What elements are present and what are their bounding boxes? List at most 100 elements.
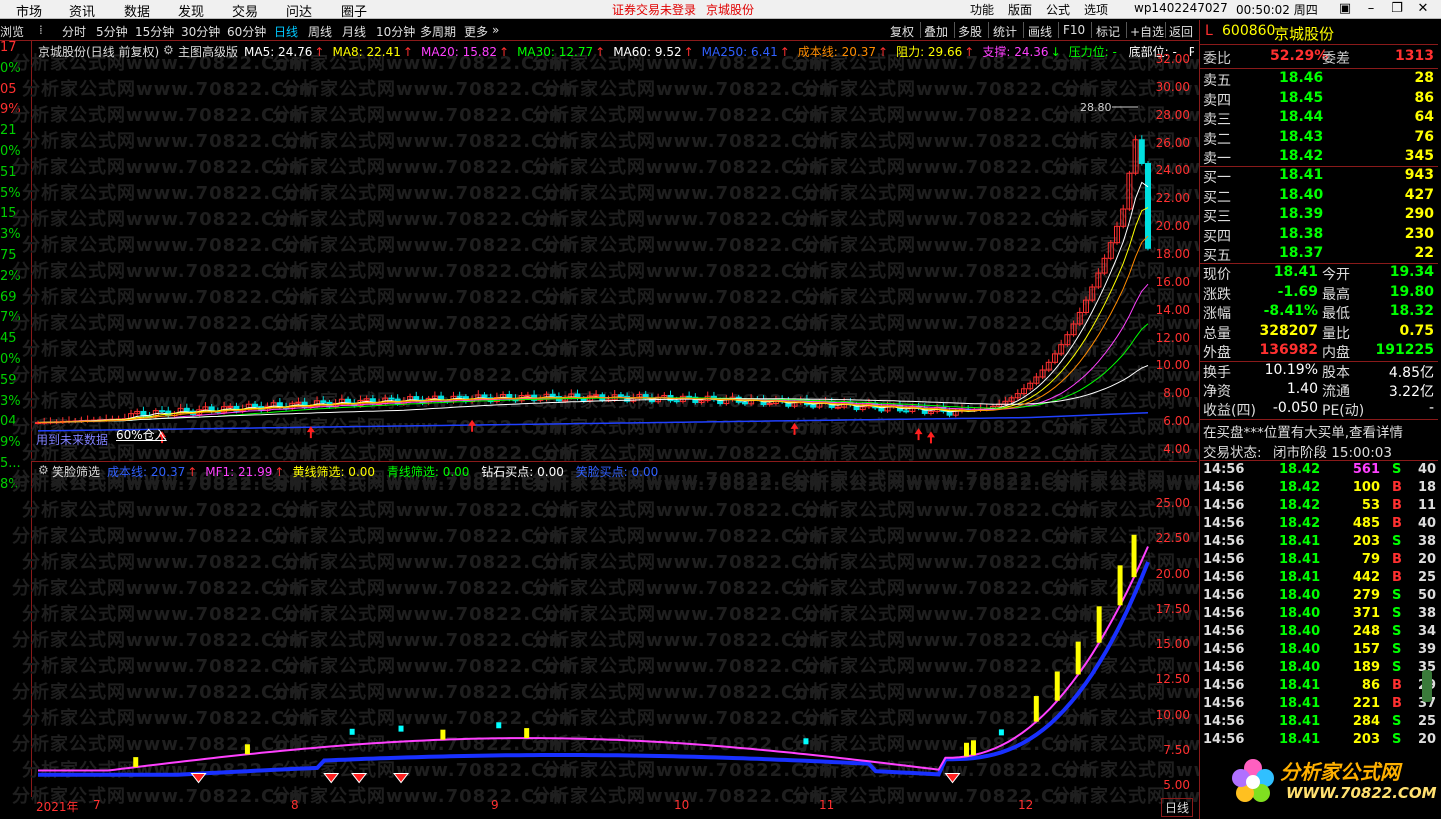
menu-news[interactable]: 资讯 [69, 1, 95, 20]
stat-label: 现价 [1203, 267, 1231, 283]
tick-price: 18.42 [1279, 498, 1321, 513]
order-book-row[interactable]: 卖一 18.42 345 [1200, 148, 1438, 167]
period-more[interactable]: 更多 [464, 23, 488, 40]
tick-time: 14:56 [1203, 588, 1245, 603]
watchlist-value: 69 [0, 289, 17, 305]
period-multi[interactable]: 多周期 [420, 23, 456, 40]
menu-market[interactable]: 市场 [16, 1, 42, 20]
tick-volume: 279 [1352, 588, 1380, 603]
restore-icon[interactable]: ❐ [1384, 0, 1410, 18]
order-book-row[interactable]: 买一 18.41 943 [1200, 167, 1438, 186]
btn-restore-rights[interactable]: 复权 [890, 23, 914, 40]
tick-side: B [1392, 498, 1402, 513]
main-kline-chart[interactable]: 分析家公式网www.70822.Com 分析家公式网www.70822.Com 分析… [12, 41, 1357, 490]
logo-url: WWW.70822.COM [1286, 784, 1437, 802]
indicator-canvas[interactable] [32, 462, 1197, 797]
period-1min[interactable]: 分时 [62, 23, 86, 40]
big-order-text[interactable]: 在买盘***位置有大买单,查看详情 [1203, 421, 1403, 441]
stat-value: 136982 [1259, 342, 1318, 358]
y-tick-label: 24.00 [1155, 163, 1190, 178]
tick-volume: 221 [1352, 696, 1380, 711]
tick-count: 40 [1418, 516, 1437, 531]
order-book-row[interactable]: 买四 18.38 230 [1200, 226, 1438, 245]
y-tick-label: 10.00 [1155, 358, 1190, 373]
btn-multi-stock[interactable]: 多股 [958, 23, 982, 40]
menu-function[interactable]: 功能 [970, 1, 994, 18]
candle-body [252, 403, 259, 408]
stat-value: -0.050 [1272, 400, 1318, 416]
menu-bar: 市场 资讯 数据 发现 交易 问达 圈子 证券交易未登录 京城股份 功能 版面 … [0, 0, 1441, 20]
login-notice[interactable]: 证券交易未登录 [612, 1, 696, 18]
tick-side: B [1392, 696, 1402, 711]
tick-time: 14:56 [1203, 642, 1245, 657]
trend-arrow-icon: ↓ [1050, 45, 1061, 57]
signal-bar [524, 728, 530, 739]
scrollbar-thumb[interactable] [1422, 670, 1432, 702]
stat-label: 总量 [1203, 325, 1231, 342]
skin-icon[interactable]: ▣ [1332, 0, 1358, 18]
order-book-row[interactable]: 买三 18.39 290 [1200, 206, 1438, 225]
btn-back[interactable]: 返回 [1169, 23, 1193, 40]
y-tick-label: 6.00 [1163, 414, 1190, 429]
sub-settings-icon[interactable]: ⚙ [38, 463, 49, 477]
sub-indicator-name[interactable]: 笑脸筛选 [52, 463, 100, 480]
stat-row: 涨跌 -1.69 最高 19.80 [1200, 284, 1438, 303]
order-book-row[interactable]: 买五 18.37 22 [1200, 245, 1438, 264]
btn-mark[interactable]: 标记 [1096, 23, 1120, 40]
more-chevron-icon[interactable]: » [492, 23, 499, 37]
menu-trade[interactable]: 交易 [232, 1, 258, 20]
period-30min[interactable]: 30分钟 [181, 23, 220, 40]
sub-indicator-chart[interactable]: 分析家公式网www.70822.Com 分析家公式网www.70822.Com 分析… [12, 461, 1357, 807]
period-60min[interactable]: 60分钟 [227, 23, 266, 40]
settings-icon[interactable]: ⚙ [163, 43, 174, 57]
order-book-row[interactable]: 卖五 18.46 28 [1200, 70, 1438, 89]
menu-options[interactable]: 选项 [1084, 1, 1108, 18]
order-book-row[interactable]: 卖二 18.43 76 [1200, 129, 1438, 148]
btn-add-watchlist[interactable]: +自选 [1130, 23, 1164, 40]
y-tick-label: 28.00 [1155, 107, 1190, 122]
period-5min[interactable]: 5分钟 [96, 23, 128, 40]
stat-label: 最低 [1322, 306, 1350, 322]
y-tick-label: 22.50 [1155, 531, 1190, 546]
period-weekly[interactable]: 周线 [308, 23, 332, 40]
tick-row: 14:56 18.40 371 S 38 [1200, 606, 1438, 624]
y-tick-label: 15.00 [1155, 637, 1190, 652]
order-book-row[interactable]: 卖三 18.44 64 [1200, 109, 1438, 128]
menu-formula[interactable]: 公式 [1046, 1, 1070, 18]
btn-overlay[interactable]: 叠加 [924, 23, 948, 40]
menu-layout[interactable]: 版面 [1008, 1, 1032, 18]
legend-item: 成本线: 20.37 [107, 465, 186, 479]
y-tick-label: 12.00 [1155, 330, 1190, 345]
peak-label: 28.80 [1080, 101, 1112, 114]
kline-canvas[interactable] [32, 41, 1197, 459]
level-label: 买四 [1203, 228, 1231, 245]
menu-circle[interactable]: 圈子 [341, 1, 367, 20]
btn-statistics[interactable]: 统计 [993, 23, 1017, 40]
btn-draw-line[interactable]: 画线 [1028, 23, 1052, 40]
signal-bar [1117, 565, 1123, 606]
main-indicator-name[interactable]: 主图高级版 [178, 43, 238, 60]
stat-label: 涨跌 [1203, 286, 1231, 303]
period-10min[interactable]: 10分钟 [376, 23, 415, 40]
menu-discover[interactable]: 发现 [178, 1, 204, 20]
minimize-icon[interactable]: – [1358, 0, 1384, 18]
browse-tab[interactable]: 浏览 [0, 23, 24, 40]
order-book-row[interactable]: 买二 18.40 427 [1200, 187, 1438, 206]
period-daily[interactable]: 日线 [274, 23, 298, 40]
stat-value: 18.32 [1389, 303, 1434, 319]
btn-f10[interactable]: F10 [1063, 23, 1085, 37]
ma-line [37, 181, 1149, 423]
tick-count: 38 [1418, 534, 1437, 549]
order-book-row[interactable]: 卖四 18.45 86 [1200, 90, 1438, 109]
tab-daily[interactable]: 日线 [1161, 798, 1194, 817]
period-15min[interactable]: 15分钟 [135, 23, 174, 40]
close-icon[interactable]: ✕ [1410, 0, 1436, 18]
big-order-message[interactable]: 在买盘***位置有大买单,查看详情 [1200, 421, 1438, 441]
separator [1165, 22, 1166, 38]
candle-body [524, 394, 531, 397]
menu-ask[interactable]: 问达 [286, 1, 312, 20]
level-label: 买二 [1203, 189, 1231, 206]
menu-data[interactable]: 数据 [124, 1, 150, 20]
tick-price: 18.41 [1279, 570, 1321, 585]
period-monthly[interactable]: 月线 [342, 23, 366, 40]
